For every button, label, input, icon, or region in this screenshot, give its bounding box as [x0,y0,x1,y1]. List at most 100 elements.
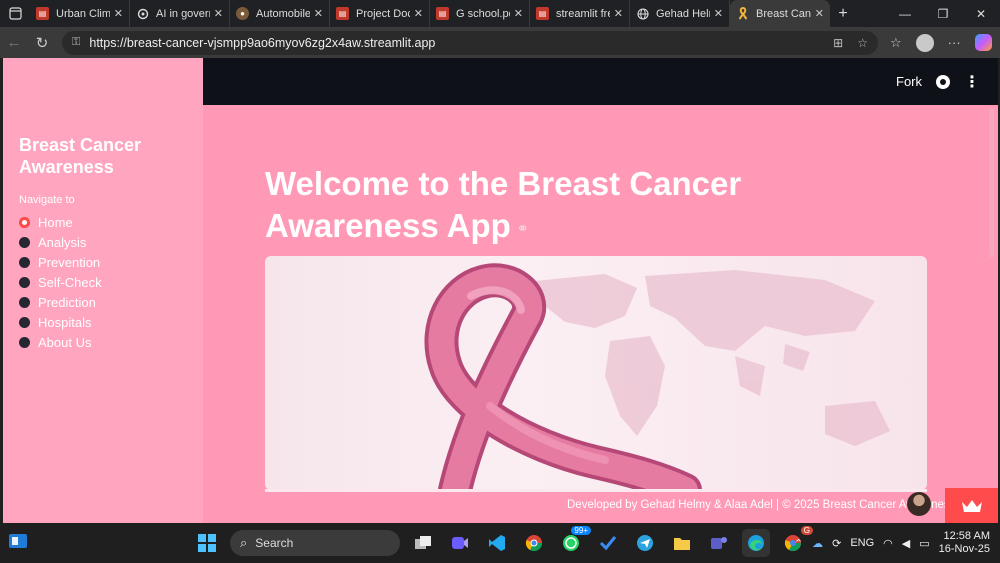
window-controls: — ❐ ✕ [886,7,1000,21]
nav-radio-prevention[interactable]: Prevention [19,252,187,272]
close-icon[interactable]: ✕ [114,7,123,20]
task-view-icon[interactable] [409,529,437,557]
tab-actions-icon[interactable] [0,0,30,27]
sync-icon[interactable]: ⟳ [832,537,841,550]
file-explorer-icon[interactable] [668,529,696,557]
whatsapp-icon[interactable]: 99+ [557,526,591,557]
main-menu-icon[interactable]: ⋮ [964,72,980,92]
close-icon[interactable]: ✕ [815,7,824,20]
browser-tab[interactable]: AI in govern ✕ [130,0,230,27]
close-window-icon[interactable]: ✕ [962,7,1000,21]
radio-icon[interactable] [19,296,30,308]
more-menu-icon[interactable]: ··· [948,35,961,50]
new-tab-icon[interactable]: + [830,5,856,23]
close-icon[interactable]: ✕ [514,7,523,20]
browser-tab[interactable]: ● Automobiles ✕ [230,0,330,27]
hero-bottom-strip [265,489,927,492]
fork-button[interactable]: Fork [896,74,922,89]
teams-icon[interactable] [705,529,733,557]
radio-icon[interactable] [19,256,30,268]
browser-tab[interactable]: ▤ Project Docu ✕ [330,0,430,27]
scrollbar[interactable] [989,108,994,258]
search-icon: ⌕ [240,535,248,550]
wifi-icon[interactable]: ◠ [883,537,893,550]
radio-icon[interactable] [19,336,30,348]
onedrive-icon[interactable]: ☁ [812,537,823,550]
nav-label: Navigate to [19,194,75,206]
browser-tab[interactable]: ▤ streamlit fre ✕ [530,0,630,27]
pdf-icon: ▤ [536,7,549,20]
ribbon-icon [736,7,749,20]
hero-image-ribbon [265,256,927,490]
system-tray: ⌃ ☁ ⟳ ENG ◠ ◀ ▭ 12:58 AM 16-Nov-25 [794,523,990,563]
footer-credits: Developed by Gehad Helmy & Alaa Adel | ©… [567,499,966,511]
profile-avatar[interactable] [915,33,934,52]
globe-icon [636,7,649,20]
openai-icon [136,7,149,20]
github-icon[interactable] [936,74,950,89]
page-title: Welcome to the Breast Cancer Awareness A… [265,165,742,244]
close-icon[interactable]: ✕ [614,7,623,20]
close-icon[interactable]: ✕ [714,7,723,20]
close-icon[interactable]: ✕ [414,7,423,20]
widgets-icon[interactable] [8,532,38,555]
favorite-star-icon[interactable]: ☆ [857,36,868,50]
favorites-icon[interactable]: ☆ [890,35,902,51]
minimize-icon[interactable]: — [886,7,924,21]
vscode-icon[interactable] [483,529,511,557]
streamlit-crown-button[interactable] [945,488,998,523]
radio-selected-icon[interactable] [19,216,30,228]
sidebar: Breast Cancer Awareness Navigate to Home… [3,58,203,523]
url-text: https://breast-cancer-vjsmpp9ao6myov6zg2… [89,35,436,50]
browser-tab[interactable]: Gehad Helm ✕ [630,0,730,27]
app-available-icon[interactable]: ⊞ [833,36,843,50]
clock[interactable]: 12:58 AM 16-Nov-25 [939,530,990,556]
browser-tab[interactable]: ▤ Urban Clima ✕ [30,0,130,27]
refresh-icon[interactable]: ↻ [28,34,56,52]
crown-icon [961,499,982,512]
start-windows-icon[interactable] [193,529,221,557]
chrome-icon[interactable] [520,529,548,557]
automobile-site-icon: ● [236,7,249,20]
streamlit-app: Breast Cancer Awareness Navigate to Home… [3,58,998,523]
todo-app-icon[interactable] [594,529,622,557]
site-info-icon[interactable]: ⚿ [72,36,80,49]
app-header: Fork ⋮ [203,58,998,105]
address-bar-row: ← ↻ ⚿ https://breast-cancer-vjsmpp9ao6my… [0,27,1000,58]
radio-icon[interactable] [19,276,30,288]
radio-icon[interactable] [19,236,30,248]
sidebar-title: Breast Cancer Awareness [19,135,142,177]
battery-icon[interactable]: ▭ [919,537,929,550]
world-map-ribbon-illustration [424,263,890,490]
nav-radio-hospitals[interactable]: Hospitals [19,312,187,332]
chevron-up-icon[interactable]: ⌃ [794,537,803,550]
close-icon[interactable]: ✕ [314,7,323,20]
url-input[interactable]: ⚿ https://breast-cancer-vjsmpp9ao6myov6z… [62,30,878,55]
browser-tab[interactable]: ▤ G school.pdf ✕ [430,0,530,27]
browser-tab-strip: ▤ Urban Clima ✕ AI in govern ✕ ● Automob… [0,0,1000,27]
edge-icon[interactable] [742,529,770,557]
volume-icon[interactable]: ◀ [902,537,910,550]
pdf-icon: ▤ [336,7,349,20]
telegram-icon[interactable] [631,529,659,557]
copilot-icon[interactable] [974,34,992,51]
anchor-link-icon[interactable]: ⚭ [517,220,529,236]
nav-radio-self-check[interactable]: Self-Check [19,272,187,292]
creator-avatar[interactable] [907,492,931,516]
browser-tab-active[interactable]: Breast Canc ✕ [730,0,830,27]
nav-radio-about-us[interactable]: About Us [19,332,187,352]
pdf-icon: ▤ [36,7,49,20]
radio-icon[interactable] [19,316,30,328]
nav-radio-prediction[interactable]: Prediction [19,292,187,312]
nav-radio-analysis[interactable]: Analysis [19,232,187,252]
windows-taskbar: ⌕ Search 99+ G ⌃ ☁ ⟳ ENG ◠ ◀ ▭ 12:58 AM … [0,523,1000,563]
nav-radio-home[interactable]: Home [19,212,187,232]
language-indicator[interactable]: ENG [850,537,874,549]
taskbar-search-input[interactable]: ⌕ Search [230,530,400,556]
close-icon[interactable]: ✕ [214,7,223,20]
clock-date: 16-Nov-25 [938,543,990,555]
meet-app-icon[interactable] [446,529,474,557]
back-arrow-icon[interactable]: ← [0,34,28,51]
restore-icon[interactable]: ❐ [924,7,962,21]
notification-badge: 99+ [571,526,591,535]
